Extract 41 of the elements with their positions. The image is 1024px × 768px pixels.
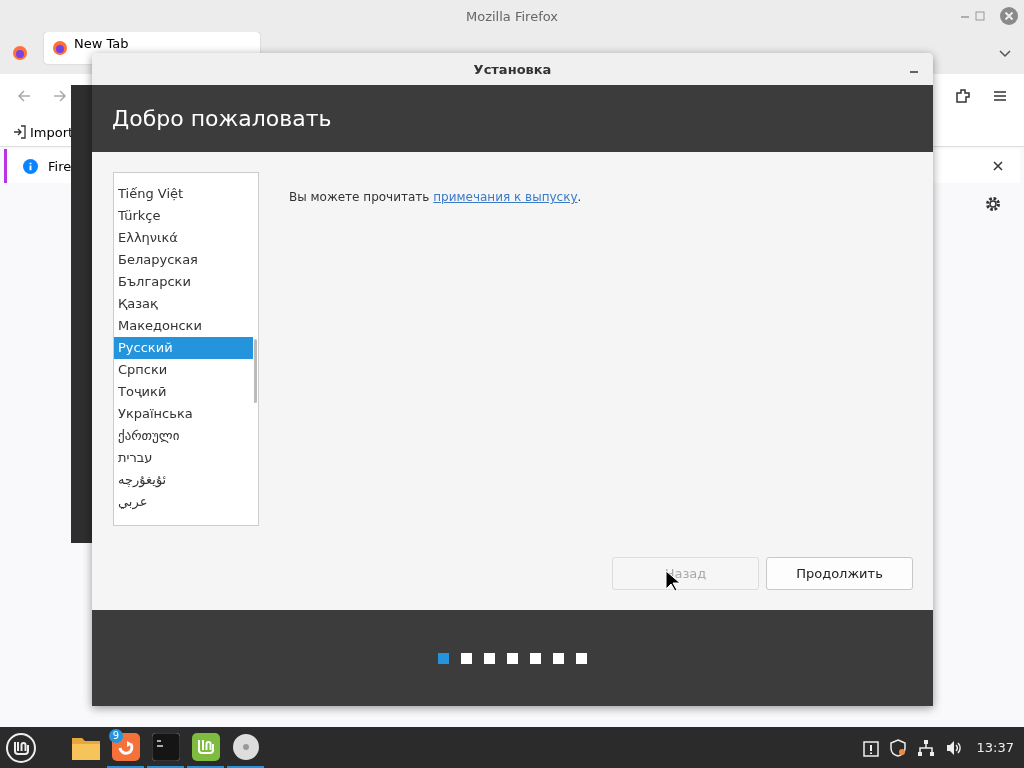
import-bookmark[interactable]: Import bbox=[12, 124, 74, 140]
network-icon[interactable] bbox=[916, 738, 935, 757]
notification-text: Fire bbox=[48, 158, 72, 174]
language-item[interactable]: Қазақ bbox=[114, 293, 253, 315]
info-icon bbox=[23, 158, 38, 174]
firefox-icon[interactable] bbox=[12, 45, 28, 61]
start-menu-icon[interactable] bbox=[5, 731, 37, 764]
language-item[interactable]: Tiếng Việt bbox=[114, 183, 253, 205]
wizard-button[interactable]: Продолжить bbox=[766, 557, 913, 590]
settings-icon[interactable] bbox=[984, 195, 1002, 213]
close-icon[interactable] bbox=[992, 160, 1004, 172]
language-item[interactable]: Български bbox=[114, 271, 253, 293]
clipboard-icon[interactable] bbox=[862, 738, 879, 757]
language-item[interactable]: عربي bbox=[114, 491, 253, 513]
refresh-app-icon bbox=[111, 732, 140, 761]
extensions-icon[interactable] bbox=[954, 87, 972, 105]
language-item[interactable]: Беларуская bbox=[114, 249, 253, 271]
language-item[interactable]: Македонски bbox=[114, 315, 253, 337]
firefox-icon bbox=[52, 40, 68, 56]
language-item[interactable]: Türkçe bbox=[114, 205, 253, 227]
language-item[interactable]: Тоҷикӣ bbox=[114, 381, 253, 403]
language-item[interactable]: עברית bbox=[114, 447, 253, 469]
mint-logo-icon bbox=[191, 732, 220, 761]
window-title: Установка bbox=[473, 61, 552, 77]
language-item[interactable]: ქართული bbox=[114, 425, 253, 447]
terminal-icon bbox=[151, 732, 180, 761]
menu-icon[interactable] bbox=[992, 88, 1008, 104]
clock[interactable]: 13:37 bbox=[976, 740, 1014, 755]
language-item[interactable]: Українська bbox=[114, 403, 253, 425]
release-notes-text: Вы можете прочитать примечания к выпуску. bbox=[289, 190, 582, 206]
page-heading: Добро пожаловать bbox=[112, 106, 332, 131]
disc-icon bbox=[231, 732, 260, 761]
language-item[interactable]: Ελληνικά bbox=[114, 227, 253, 249]
import-icon bbox=[12, 125, 26, 139]
notification-badge: 9 bbox=[109, 729, 123, 743]
release-notes-link[interactable]: примечания к выпуску bbox=[433, 190, 578, 204]
shield-icon[interactable] bbox=[888, 738, 907, 757]
language-item[interactable]: ئۇيغۇرچە bbox=[114, 469, 253, 491]
scrollbar[interactable] bbox=[254, 339, 257, 403]
window-title: Mozilla Firefox bbox=[466, 8, 558, 24]
language-item[interactable]: Српски bbox=[114, 359, 253, 381]
